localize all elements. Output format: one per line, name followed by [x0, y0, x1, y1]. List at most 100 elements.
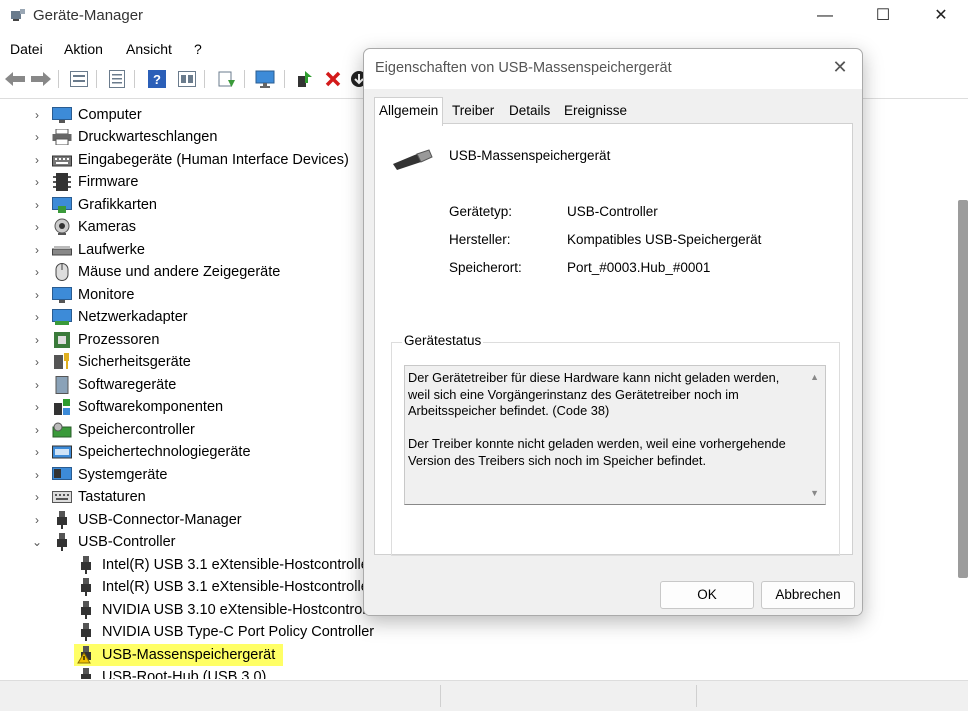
- back-arrow-icon[interactable]: [4, 68, 26, 90]
- scroll-up-icon[interactable]: ▲: [810, 372, 819, 382]
- help-icon[interactable]: ?: [146, 68, 168, 90]
- chevron-right-icon[interactable]: ›: [30, 220, 44, 234]
- warning-usb-icon: [76, 646, 96, 664]
- chevron-right-icon[interactable]: ›: [30, 243, 44, 257]
- tree-item-grafikkarten[interactable]: › Grafikkarten: [30, 194, 157, 216]
- tree-item-kameras[interactable]: › Kameras: [30, 216, 136, 238]
- view-details-icon[interactable]: [176, 68, 198, 90]
- chevron-right-icon[interactable]: ›: [30, 108, 44, 122]
- update-driver-icon[interactable]: [294, 68, 316, 90]
- tab-details[interactable]: Details: [505, 99, 554, 123]
- tree-item-label: Kameras: [78, 219, 137, 235]
- chevron-right-icon[interactable]: ›: [30, 333, 44, 347]
- property-value: Port_#0003.Hub_#0001: [567, 260, 711, 275]
- chevron-right-icon[interactable]: ›: [30, 130, 44, 144]
- chevron-right-icon[interactable]: ›: [30, 378, 44, 392]
- tree-child-item[interactable]: Intel(R) USB 3.1 eXtensible-Hostcontroll…: [76, 576, 374, 598]
- usb-plug-icon: [76, 556, 96, 574]
- display-adapter-icon: [52, 196, 72, 214]
- property-value: USB-Controller: [567, 204, 658, 219]
- tree-child-item-selected[interactable]: USB-Massenspeichergerät: [74, 644, 284, 666]
- tree-item-softwaregeraete[interactable]: › Softwaregeräte: [30, 374, 176, 396]
- tree-item-usb-connector-manager[interactable]: › USB-Connector-Manager: [30, 509, 242, 531]
- close-window-button[interactable]: ✕: [918, 0, 964, 32]
- chevron-right-icon[interactable]: ›: [30, 265, 44, 279]
- device-status-textbox[interactable]: Der Gerätetreiber für diese Hardware kan…: [404, 365, 826, 505]
- chevron-right-icon[interactable]: ›: [30, 490, 44, 504]
- chevron-down-icon[interactable]: ⌄: [30, 535, 44, 549]
- tree-item-label: Firmware: [78, 174, 139, 190]
- tree-item-label: USB-Controller: [78, 534, 176, 550]
- device-status-title: Gerätestatus: [402, 333, 484, 348]
- tree-item-monitore[interactable]: › Monitore: [30, 284, 134, 306]
- chevron-right-icon[interactable]: ›: [30, 310, 44, 324]
- device-name: USB-Massenspeichergerät: [449, 148, 611, 163]
- property-label: Gerätetyp:: [449, 204, 513, 219]
- status-divider: [696, 685, 697, 707]
- chevron-right-icon[interactable]: ›: [30, 175, 44, 189]
- tree-item-usb-controller[interactable]: ⌄ USB-Controller: [30, 531, 176, 553]
- vertical-scrollbar[interactable]: [958, 200, 968, 578]
- tree-item-eingabegeraete[interactable]: › Eingabegeräte (Human Interface Devices…: [30, 149, 349, 171]
- menu-aktion[interactable]: Aktion: [64, 41, 103, 57]
- tree-item-label: NVIDIA USB 3.10 eXtensible-Hostcontrolle…: [102, 602, 382, 618]
- scan-hardware-icon[interactable]: [216, 68, 238, 90]
- property-label: Speicherort:: [449, 260, 522, 275]
- properties-icon[interactable]: [106, 68, 128, 90]
- tab-treiber[interactable]: Treiber: [448, 99, 498, 123]
- tree-item-sicherheitsgeraete[interactable]: › Sicherheitsgeräte: [30, 351, 191, 373]
- ok-button[interactable]: OK: [660, 581, 754, 609]
- forward-arrow-icon[interactable]: [30, 68, 52, 90]
- usb-drive-icon: [391, 148, 433, 173]
- chevron-right-icon[interactable]: ›: [30, 468, 44, 482]
- tree-item-label: USB-Root-Hub (USB 3.0): [102, 669, 267, 679]
- status-bar: [0, 680, 968, 711]
- tree-child-item[interactable]: USB-Root-Hub (USB 3.0): [76, 666, 266, 679]
- tree-item-firmware[interactable]: › Firmware: [30, 171, 138, 193]
- chevron-right-icon[interactable]: ›: [30, 400, 44, 414]
- toolbar-separator: [204, 70, 205, 88]
- usb-plug-icon: [76, 601, 96, 619]
- tree-item-maeuse[interactable]: › Mäuse und andere Zeigegeräte: [30, 261, 280, 283]
- tree-item-speichertechnologiegeraete[interactable]: › Speichertechnologiegeräte: [30, 441, 251, 463]
- tree-item-label: Sicherheitsgeräte: [78, 354, 191, 370]
- tree-item-speichercontroller[interactable]: › Speichercontroller: [30, 419, 195, 441]
- tree-item-softwarekomponenten[interactable]: › Softwarekomponenten: [30, 396, 223, 418]
- minimize-button[interactable]: —: [802, 0, 848, 32]
- usb-plug-icon: [76, 668, 96, 679]
- menu-help[interactable]: ?: [194, 41, 202, 57]
- tree-child-item[interactable]: Intel(R) USB 3.1 eXtensible-Hostcontroll…: [76, 554, 374, 576]
- view-list-icon[interactable]: [68, 68, 90, 90]
- tree-item-laufwerke[interactable]: › Laufwerke: [30, 239, 145, 261]
- chevron-right-icon[interactable]: ›: [30, 423, 44, 437]
- maximize-button[interactable]: ☐: [860, 0, 906, 32]
- tree-item-prozessoren[interactable]: › Prozessoren: [30, 329, 159, 351]
- chevron-right-icon[interactable]: ›: [30, 445, 44, 459]
- tree-item-label: Speichercontroller: [78, 422, 195, 438]
- chevron-right-icon[interactable]: ›: [30, 513, 44, 527]
- tree-item-label: Prozessoren: [78, 332, 160, 348]
- tree-child-item[interactable]: NVIDIA USB Type-C Port Policy Controller: [76, 621, 374, 643]
- property-value: Kompatibles USB-Speichergerät: [567, 232, 762, 247]
- uninstall-x-icon[interactable]: [322, 68, 344, 90]
- chevron-right-icon[interactable]: ›: [30, 288, 44, 302]
- chevron-right-icon[interactable]: ›: [30, 153, 44, 167]
- tree-item-druckwarteschlangen[interactable]: › Druckwarteschlangen: [30, 126, 217, 148]
- tree-item-tastaturen[interactable]: › Tastaturen: [30, 486, 146, 508]
- tree-child-item[interactable]: NVIDIA USB 3.10 eXtensible-Hostcontrolle…: [76, 599, 382, 621]
- chevron-right-icon[interactable]: ›: [30, 355, 44, 369]
- monitor-icon[interactable]: [254, 68, 276, 90]
- tree-item-computer[interactable]: › Computer: [30, 104, 142, 126]
- scroll-down-icon[interactable]: ▼: [810, 488, 819, 498]
- tab-allgemein[interactable]: Allgemein: [374, 97, 444, 126]
- menu-ansicht[interactable]: Ansicht: [126, 41, 172, 57]
- cancel-button[interactable]: Abbrechen: [761, 581, 855, 609]
- menu-datei[interactable]: Datei: [10, 41, 43, 57]
- tab-ereignisse[interactable]: Ereignisse: [560, 99, 631, 123]
- tree-item-systemgeraete[interactable]: › Systemgeräte: [30, 464, 167, 486]
- tree-item-netzwerkadapter[interactable]: › Netzwerkadapter: [30, 306, 188, 328]
- chevron-right-icon[interactable]: ›: [30, 198, 44, 212]
- dialog-close-icon[interactable]: ✕: [830, 57, 850, 78]
- tree-item-label: Tastaturen: [78, 489, 146, 505]
- toolbar-separator: [96, 70, 97, 88]
